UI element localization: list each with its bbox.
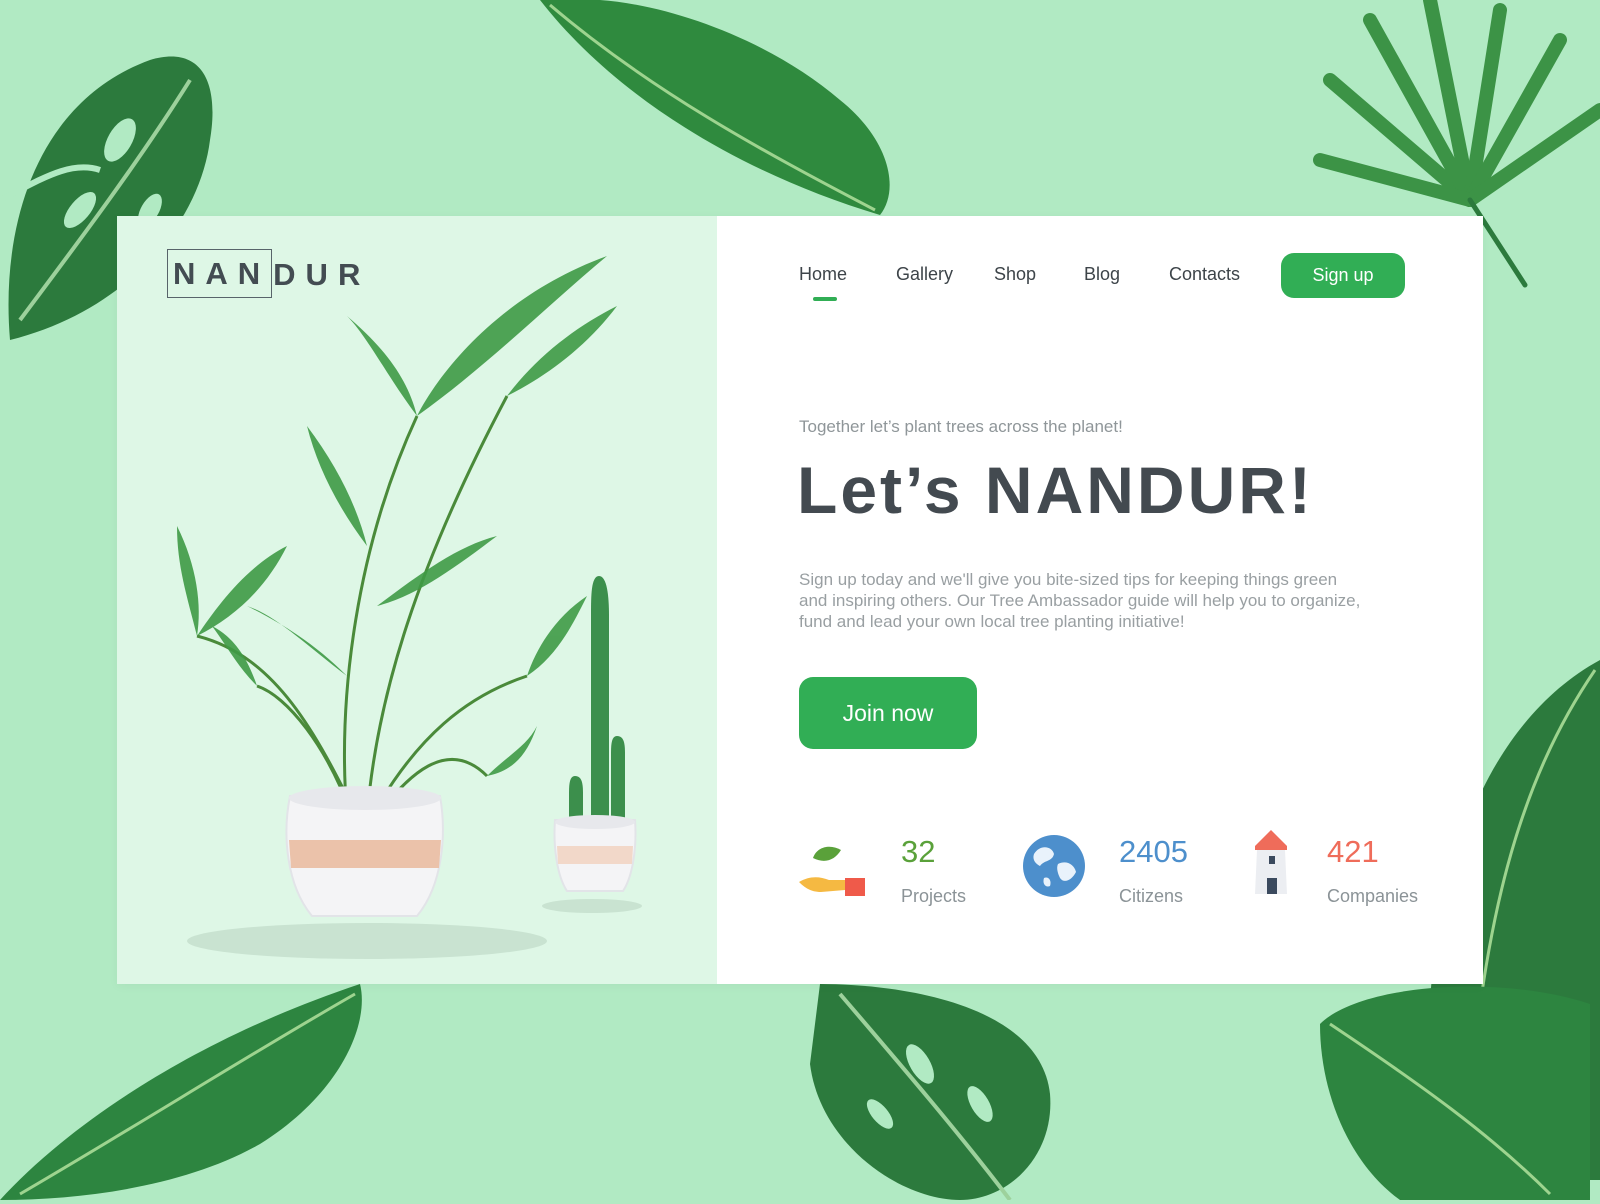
- nav-item-contacts[interactable]: Contacts: [1169, 264, 1240, 285]
- nav-active-indicator: [813, 297, 837, 301]
- companies-count: 421: [1327, 834, 1379, 869]
- content-panel: Home Gallery Shop Blog Contacts Sign up …: [717, 216, 1483, 984]
- nav-item-home[interactable]: Home: [799, 264, 848, 301]
- citizens-label: Citizens: [1119, 886, 1184, 906]
- hero-headline: Let’s NANDUR!: [797, 453, 1314, 527]
- nav-item-gallery[interactable]: Gallery: [896, 264, 953, 285]
- sign-up-button[interactable]: Sign up: [1281, 253, 1405, 298]
- hand-leaf-icon: [799, 846, 865, 896]
- nav-item-shop[interactable]: Shop: [994, 264, 1036, 285]
- nav-item-label: Home: [799, 264, 848, 284]
- banana-leaf-bottom-left: [0, 984, 362, 1200]
- monstera-leaf-bottom-center: [810, 984, 1051, 1200]
- potted-plants-illustration: [177, 256, 642, 959]
- companies-label: Companies: [1327, 886, 1419, 906]
- banana-leaf-top-center: [540, 0, 890, 215]
- projects-label: Projects: [901, 886, 967, 906]
- globe-icon: [1023, 835, 1085, 897]
- join-now-button[interactable]: Join now: [799, 677, 977, 749]
- hero-card: NAN DUR Home Gallery Shop Blog Contacts …: [117, 216, 1483, 984]
- hero-description: Sign up today and we'll give you bite-si…: [799, 570, 1361, 631]
- nav-item-blog[interactable]: Blog: [1084, 264, 1120, 285]
- projects-count: 32: [901, 834, 936, 869]
- illustration-panel: NAN DUR: [117, 216, 717, 984]
- hero-tagline: Together let’s plant trees across the pl…: [799, 417, 1123, 436]
- citizens-count: 2405: [1119, 834, 1188, 869]
- lighthouse-icon: [1255, 830, 1287, 894]
- banana-leaf-bottom-right: [1320, 986, 1590, 1200]
